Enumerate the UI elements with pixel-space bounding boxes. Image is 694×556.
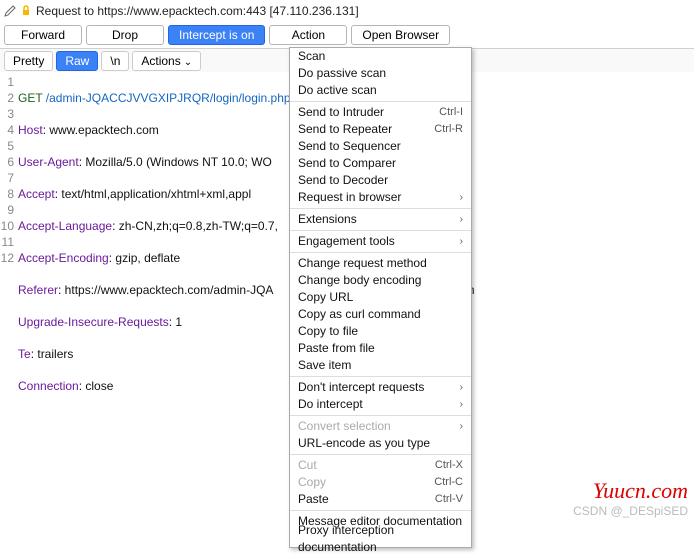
menu-convert-selection: Convert selection›: [290, 418, 471, 435]
submenu-arrow-icon: ›: [460, 233, 463, 250]
drop-button[interactable]: Drop: [86, 25, 164, 45]
menu-copy: CopyCtrl-C: [290, 474, 471, 491]
menu-send-comparer[interactable]: Send to Comparer: [290, 155, 471, 172]
context-menu: Scan Do passive scan Do active scan Send…: [289, 47, 472, 548]
pencil-icon: [4, 5, 16, 17]
line-gutter: 123456789101112: [0, 74, 18, 426]
menu-separator: [290, 230, 471, 231]
window-title: Request to https://www.epacktech.com:443…: [36, 4, 359, 18]
menu-extensions[interactable]: Extensions›: [290, 211, 471, 228]
forward-button[interactable]: Forward: [4, 25, 82, 45]
actions-dropdown[interactable]: Actions⌄: [132, 51, 201, 71]
pretty-tab[interactable]: Pretty: [4, 51, 53, 71]
menu-separator: [290, 415, 471, 416]
lock-icon: [20, 5, 32, 17]
intercept-toggle[interactable]: Intercept is on: [168, 25, 265, 45]
menu-send-sequencer[interactable]: Send to Sequencer: [290, 138, 471, 155]
submenu-arrow-icon: ›: [460, 418, 463, 435]
menu-request-browser[interactable]: Request in browser›: [290, 189, 471, 206]
menu-do-passive-scan[interactable]: Do passive scan: [290, 65, 471, 82]
menu-send-decoder[interactable]: Send to Decoder: [290, 172, 471, 189]
menu-do-active-scan[interactable]: Do active scan: [290, 82, 471, 99]
submenu-arrow-icon: ›: [460, 189, 463, 206]
menu-separator: [290, 376, 471, 377]
submenu-arrow-icon: ›: [460, 211, 463, 228]
submenu-arrow-icon: ›: [460, 379, 463, 396]
menu-engagement-tools[interactable]: Engagement tools›: [290, 233, 471, 250]
menu-change-body[interactable]: Change body encoding: [290, 272, 471, 289]
menu-cut: CutCtrl-X: [290, 457, 471, 474]
menu-separator: [290, 510, 471, 511]
menu-paste-file[interactable]: Paste from file: [290, 340, 471, 357]
menu-change-method[interactable]: Change request method: [290, 255, 471, 272]
menu-copy-curl[interactable]: Copy as curl command: [290, 306, 471, 323]
main-toolbar: Forward Drop Intercept is on Action Open…: [0, 22, 694, 48]
menu-scan[interactable]: Scan: [290, 48, 471, 65]
title-bar: Request to https://www.epacktech.com:443…: [0, 0, 694, 22]
menu-separator: [290, 208, 471, 209]
menu-save-item[interactable]: Save item: [290, 357, 471, 374]
action-button[interactable]: Action: [269, 25, 347, 45]
menu-send-repeater[interactable]: Send to RepeaterCtrl-R: [290, 121, 471, 138]
newline-toggle[interactable]: \n: [101, 51, 129, 71]
menu-proxy-docs[interactable]: Proxy interception documentation: [290, 530, 471, 547]
menu-dont-intercept[interactable]: Don't intercept requests›: [290, 379, 471, 396]
open-browser-button[interactable]: Open Browser: [351, 25, 450, 45]
menu-do-intercept[interactable]: Do intercept›: [290, 396, 471, 413]
menu-paste[interactable]: PasteCtrl-V: [290, 491, 471, 508]
chevron-down-icon: ⌄: [184, 57, 192, 68]
menu-separator: [290, 101, 471, 102]
menu-copy-file[interactable]: Copy to file: [290, 323, 471, 340]
csdn-watermark: CSDN @_DESpiSED: [573, 504, 688, 518]
watermark: Yuucn.com: [593, 478, 688, 504]
menu-separator: [290, 454, 471, 455]
menu-copy-url[interactable]: Copy URL: [290, 289, 471, 306]
menu-url-encode[interactable]: URL-encode as you type: [290, 435, 471, 452]
submenu-arrow-icon: ›: [460, 396, 463, 413]
raw-tab[interactable]: Raw: [56, 51, 98, 71]
menu-send-intruder[interactable]: Send to IntruderCtrl-I: [290, 104, 471, 121]
menu-separator: [290, 252, 471, 253]
